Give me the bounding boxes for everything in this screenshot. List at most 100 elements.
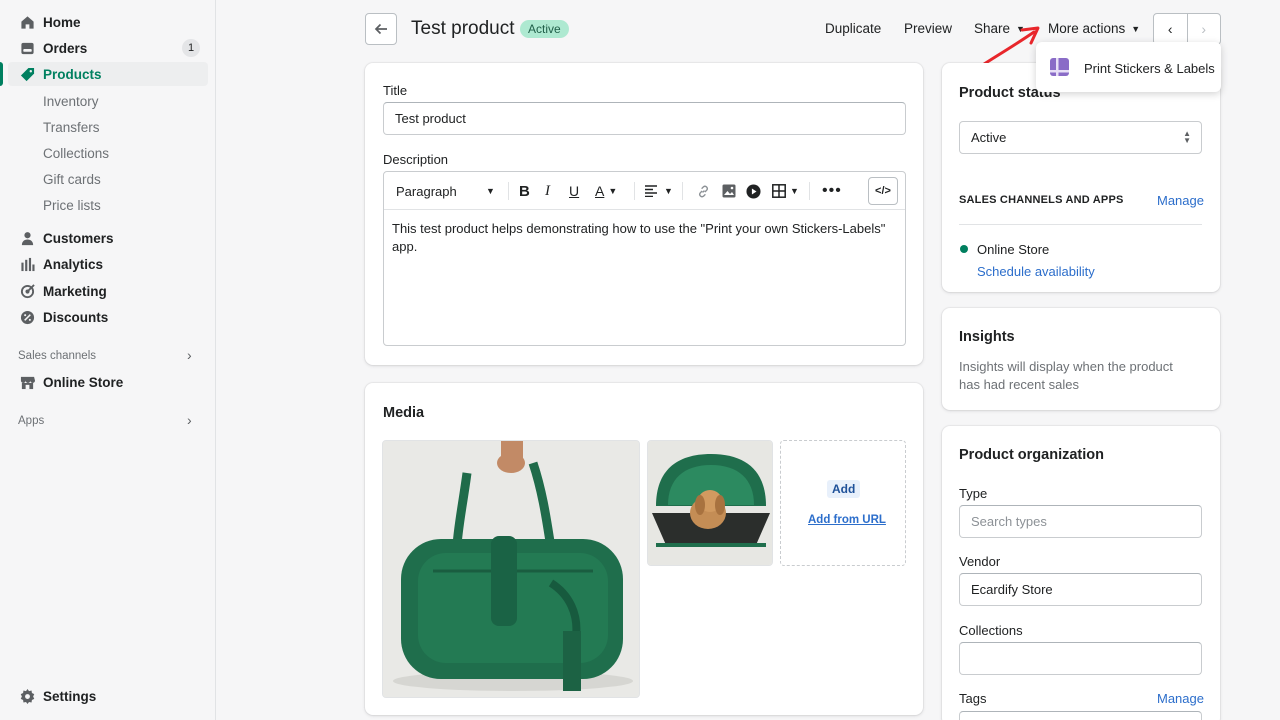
orders-count-badge: 1 — [182, 39, 200, 57]
link-button[interactable] — [696, 182, 711, 200]
media-card: Media Add Add from URL — [365, 383, 923, 715]
product-status-card: Product status Active ▲ ▼ SALES CHANNELS … — [942, 63, 1220, 292]
add-media-button[interactable]: Add — [827, 480, 861, 498]
print-stickers-labels-item[interactable]: Print Stickers & Labels — [1036, 42, 1221, 92]
underline-button[interactable]: U — [569, 182, 579, 200]
sidebar-item-settings[interactable]: Settings — [0, 684, 200, 708]
sidebar-item-label: Marketing — [43, 283, 107, 299]
print-stickers-labels-label: Print Stickers & Labels — [1084, 61, 1215, 76]
sidebar-item-label: Customers — [43, 230, 114, 246]
sidebar-item-discounts[interactable]: Discounts — [0, 305, 200, 329]
schedule-availability-link[interactable]: Schedule availability — [977, 264, 1095, 279]
title-label: Title — [383, 83, 408, 98]
sidebar-item-label: Analytics — [43, 256, 104, 272]
chevron-left-icon: ‹ — [1167, 21, 1173, 37]
more-formatting-button[interactable]: ••• — [822, 182, 842, 200]
add-from-url-link[interactable]: Add from URL — [808, 514, 886, 526]
insights-text: Insights will display when the product h… — [959, 359, 1173, 392]
vendor-input[interactable]: Ecardify Store — [959, 573, 1202, 606]
title-input[interactable]: Test product — [383, 102, 906, 135]
type-placeholder: Search types — [971, 514, 1047, 529]
sidebar-item-products[interactable]: Products — [8, 62, 208, 86]
select-arrows-icon: ▲ ▼ — [1183, 129, 1191, 145]
manage-channels-link[interactable]: Manage — [1157, 193, 1204, 208]
insert-video-button[interactable] — [746, 182, 761, 200]
more-actions-button[interactable]: More actions ▼ — [1048, 21, 1140, 36]
sidebar-item-online-store[interactable]: Online Store — [0, 370, 200, 394]
sidebar-item-orders[interactable]: Orders — [0, 36, 200, 60]
sidebar-item-label: Price lists — [43, 197, 101, 213]
more-actions-label: More actions — [1048, 21, 1126, 36]
collections-label: Collections — [959, 623, 1023, 638]
insert-image-button[interactable] — [722, 182, 736, 200]
sales-channels-heading: Sales channels — [18, 350, 96, 362]
media-dropzone[interactable]: Add Add from URL — [780, 440, 906, 566]
description-text[interactable]: This test product helps demonstrating ho… — [392, 220, 897, 256]
sidebar-item-label: Gift cards — [43, 171, 101, 187]
code-icon: </> — [875, 185, 891, 197]
more-actions-dropdown: Print Stickers & Labels — [1036, 42, 1221, 92]
insert-table-button[interactable]: ▼ — [772, 182, 799, 200]
paragraph-label: Paragraph — [396, 183, 457, 199]
sidebar-item-inventory[interactable]: Inventory — [0, 89, 200, 113]
sales-channels-heading: SALES CHANNELS AND APPS — [959, 194, 1124, 206]
image-icon — [722, 184, 736, 198]
sidebar: Home Orders 1 Products Inventory Transfe… — [0, 0, 216, 720]
sidebar-item-analytics[interactable]: Analytics — [0, 252, 200, 276]
description-editor[interactable]: Paragraph ▼ B I U A ▼ ▼ ▼ ••• </> This t… — [383, 171, 906, 346]
align-left-icon — [645, 185, 657, 197]
insights-title: Insights — [959, 329, 1015, 345]
sidebar-item-label: Inventory — [43, 93, 99, 109]
sidebar-item-price-lists[interactable]: Price lists — [0, 193, 200, 217]
tag-icon — [19, 66, 35, 82]
status-select[interactable]: Active ▲ ▼ — [959, 121, 1202, 154]
insights-card: Insights Insights will display when the … — [942, 308, 1220, 410]
status-select-value: Active — [971, 130, 1007, 145]
bold-button[interactable]: B — [519, 182, 530, 200]
back-button[interactable] — [365, 13, 397, 45]
next-product-button[interactable]: › — [1188, 14, 1221, 44]
media-image-bag[interactable] — [382, 440, 640, 698]
toolbar-divider — [508, 182, 509, 200]
target-icon — [19, 283, 35, 299]
sidebar-item-gift-cards[interactable]: Gift cards — [0, 167, 200, 191]
status-badge: Active — [520, 20, 569, 38]
sidebar-item-label: Transfers — [43, 119, 100, 135]
media-image-carrier[interactable] — [647, 440, 773, 566]
sidebar-item-customers[interactable]: Customers — [0, 226, 200, 250]
manage-tags-link[interactable]: Manage — [1157, 691, 1204, 706]
previous-product-button[interactable]: ‹ — [1154, 14, 1188, 44]
preview-button[interactable]: Preview — [904, 21, 952, 36]
duplicate-label: Duplicate — [825, 21, 882, 36]
sticker-app-icon — [1050, 58, 1069, 76]
gear-icon — [19, 688, 35, 704]
description-label: Description — [383, 152, 449, 167]
type-search-input[interactable]: Search types — [959, 505, 1202, 538]
apps-chevron-icon[interactable]: › — [187, 412, 192, 428]
chevron-right-icon: › — [1201, 21, 1207, 37]
title-value: Test product — [395, 111, 466, 126]
online-store-channel: Online Store — [977, 242, 1050, 257]
active-indicator — [0, 62, 3, 86]
green-bag-photo — [383, 441, 639, 697]
sales-channels-chevron-icon[interactable]: › — [187, 347, 192, 363]
sidebar-item-home[interactable]: Home — [0, 10, 200, 34]
editor-toolbar: Paragraph ▼ B I U A ▼ ▼ ▼ ••• </> — [384, 172, 905, 210]
tags-label: Tags — [959, 691, 987, 706]
sidebar-item-transfers[interactable]: Transfers — [0, 115, 200, 139]
collections-input[interactable] — [959, 642, 1202, 675]
sidebar-item-collections[interactable]: Collections — [0, 141, 200, 165]
align-button[interactable]: ▼ — [645, 182, 673, 200]
paragraph-select[interactable]: Paragraph ▼ — [396, 182, 496, 200]
text-color-button[interactable]: A ▼ — [595, 182, 617, 200]
duplicate-button[interactable]: Duplicate — [825, 21, 881, 36]
italic-button[interactable]: I — [545, 182, 550, 200]
bar-chart-icon — [19, 256, 35, 272]
caret-down-icon: ▼ — [486, 186, 495, 196]
vendor-label: Vendor — [959, 554, 1001, 569]
product-organization-card: Product organization Type Search types V… — [942, 426, 1220, 720]
tags-input[interactable] — [959, 711, 1202, 720]
show-html-button[interactable]: </> — [868, 177, 898, 205]
sidebar-item-marketing[interactable]: Marketing — [0, 279, 200, 303]
caret-down-icon: ▼ — [608, 186, 618, 196]
